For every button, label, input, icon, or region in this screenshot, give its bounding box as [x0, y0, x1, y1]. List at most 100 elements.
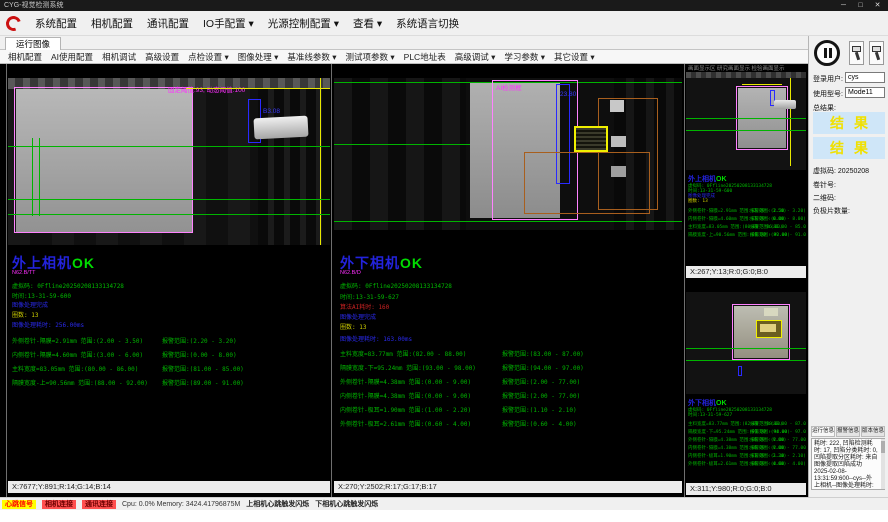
status-ok: OK: [716, 176, 727, 183]
alarm-range: 报警范围:(89.00 - 91.00): [750, 232, 806, 238]
roller-part: [253, 116, 308, 140]
run-log-box[interactable]: 耗时: 222, 凹陷检测耗时: 17, 凹陷分类耗时: 0, 凹陷提取分区耗时…: [811, 438, 885, 490]
menu-light-config[interactable]: 光源控制配置 ▾: [268, 16, 339, 31]
elapsed-line: 图像处理耗时: 256.00ms: [12, 320, 84, 329]
center-pixel-coordinates: X:270;Y:2502;R:17;G:17;B:17: [334, 481, 682, 493]
menu-bar: 系统配置 相机配置 通讯配置 IO手配置 ▾ 光源控制配置 ▾ 查看 ▾ 系统语…: [0, 11, 888, 36]
green-measure-line: [686, 360, 806, 361]
green-measure-line: [32, 138, 33, 216]
minimize-button[interactable]: ─: [835, 0, 852, 11]
menu-comm-config[interactable]: 通讯配置: [147, 16, 189, 31]
time-line: 时间:13-31-59-627: [340, 292, 399, 301]
tool-spot-check[interactable]: 点检设置 ▾: [188, 51, 229, 63]
tool-advanced-settings[interactable]: 高级设置: [145, 51, 179, 63]
panel-splitter: [684, 64, 685, 497]
heartbeat-badge: 心跳信号: [2, 500, 36, 509]
scanner-button-1[interactable]: [849, 41, 864, 65]
measurement-value: 隔膜宽度-上=90.56mm 范围:(88.00 - 92.00): [12, 380, 148, 387]
tool-advanced-debug[interactable]: 高级调试 ▾: [455, 51, 496, 63]
machine-top-rail: [686, 72, 806, 78]
thumb1-image-view[interactable]: [686, 72, 806, 170]
alarm-range: 报警范围:(81.00 - 85.00): [162, 364, 244, 373]
yellow-reference-line: [186, 88, 330, 89]
menu-view[interactable]: 查看 ▾: [353, 16, 382, 31]
maximize-button[interactable]: □: [852, 0, 869, 11]
cpu-memory-status: Cpu: 0.0% Memory: 3424.41796875M: [122, 501, 240, 508]
menu-system-config[interactable]: 系统配置: [35, 16, 77, 31]
tool-image-processing[interactable]: 图像处理 ▾: [238, 51, 279, 63]
thumb2-image-view[interactable]: [686, 292, 806, 394]
thumb1-results: 外上相机OK 虚拟码: 0Ffline20250208133134728 时间:…: [686, 172, 806, 264]
thumb2-pixel-coordinates: X:311;Y:980;R:0;G:0;B:0: [686, 483, 806, 495]
tool-other-settings[interactable]: 其它设置 ▾: [554, 51, 595, 63]
tool-camera-debug[interactable]: 相机调试: [102, 51, 136, 63]
electrode-tab-patch: [610, 100, 624, 112]
tool-plc-address[interactable]: PLC地址表: [404, 51, 446, 63]
alarm-range: 报警范围:(2.20 - 3.20): [750, 208, 806, 214]
camera-name: 外上相机: [688, 176, 716, 183]
pause-button[interactable]: [814, 40, 840, 66]
center-camera-subtitle: N62.B/D: [340, 270, 361, 276]
label-text: 虚拟码:: [813, 168, 836, 175]
thumb2-results: 外下相机OK 虚拟码: 0Ffline20250208133134728 时间:…: [686, 396, 806, 480]
result-indicator-1: 结果: [813, 112, 885, 134]
alarm-range: 报警范围:(81.00 - 85.00): [750, 224, 806, 230]
camera-name: 外上相机: [12, 255, 72, 271]
machine-background: [334, 78, 466, 230]
panel-splitter: [331, 64, 332, 497]
thumbnail-column-header: 画面显示区 研究画面显示 检验画面显示: [688, 64, 806, 72]
status-ok: OK: [72, 255, 95, 271]
log-scrollbar[interactable]: [881, 439, 885, 489]
alarm-range: 报警范围:(2.00 - 77.00): [502, 377, 580, 386]
left-camera-subtitle: N62.B/TT: [12, 270, 36, 276]
log-scrollbar-thumb[interactable]: [881, 441, 885, 453]
scanner-button-2[interactable]: [869, 41, 884, 65]
alarm-range: 报警范围:(1.10 - 2.10): [502, 405, 577, 414]
login-user-label: 登录用户:: [813, 74, 843, 84]
info-tab-version[interactable]: 版本信息: [861, 426, 885, 437]
close-button[interactable]: ✕: [869, 0, 886, 11]
tool-ai-usage-config[interactable]: AI使用配置: [51, 51, 93, 63]
virtual-code-label: 虚拟码: 20250208: [813, 166, 869, 176]
elapsed-line: 图像处理耗时: 163.00ms: [340, 334, 412, 343]
alarm-range: 报警范围:(2.00 - 77.00): [502, 391, 580, 400]
alarm-range: 报警范围:(2.00 - 77.00): [750, 437, 806, 443]
measurement-value: 内侧卷针-隔膜=4.60mm 范围:(3.00 - 6.00): [12, 352, 143, 359]
menu-language-switch[interactable]: 系统语言切换: [396, 16, 459, 31]
menu-io-config[interactable]: IO手配置 ▾: [203, 16, 254, 31]
info-tab-run[interactable]: 运行信息: [811, 426, 835, 437]
virtual-code-value: 20250208: [838, 168, 869, 175]
login-user-input[interactable]: cys: [845, 72, 885, 83]
menu-camera-config[interactable]: 相机配置: [91, 16, 133, 31]
tool-learning-params[interactable]: 学习参数 ▾: [504, 51, 545, 63]
electrode-tab-patch: [760, 324, 776, 332]
alarm-range: 报警范围:(2.20 - 3.20): [162, 336, 237, 345]
center-camera-image-view[interactable]: AI检测框 23.80: [334, 78, 682, 230]
qr-code-label: 二维码:: [813, 193, 836, 203]
camera-name: 外下相机: [688, 400, 716, 407]
alarm-range: 报警范围:(0.60 - 4.00): [750, 461, 806, 467]
toolbar: 相机配置 AI使用配置 相机调试 高级设置 点检设置 ▾ 图像处理 ▾ 基准线参…: [0, 50, 808, 64]
green-measure-line: [686, 118, 806, 119]
pause-icon: [829, 48, 832, 58]
model-input[interactable]: Mode11: [845, 87, 885, 98]
center-panel-results: 外下相机OK N62.B/D 虚拟码: 0Ffline2025020813313…: [334, 245, 682, 481]
blue-measure-box: [738, 366, 742, 376]
tool-baseline-params[interactable]: 基准线参数 ▾: [287, 51, 336, 63]
lower-camera-heartbeat-indicator: 下相机心跳触发闪烁: [315, 499, 378, 509]
green-measure-line: [334, 221, 682, 222]
comm-connect-badge: 通讯连接: [82, 500, 116, 509]
orange-roi-rectangle: [524, 152, 650, 214]
left-camera-image-view[interactable]: 固定阈值:93, 动态阈值:100 B3.08: [8, 78, 330, 245]
tool-test-params[interactable]: 测试项参数 ▾: [346, 51, 395, 63]
status-ok: OK: [400, 255, 423, 271]
info-tab-alarm[interactable]: 报警信息: [836, 426, 860, 437]
electrode-tab-patch: [764, 308, 778, 316]
needle-number-label: 卷针号:: [813, 180, 836, 190]
threshold-overlay-text: 固定阈值:93, 动态阈值:100: [168, 84, 245, 94]
app-window: CYG-视觉检测系统 ─ □ ✕ 系统配置 相机配置 通讯配置 IO手配置 ▾ …: [0, 0, 888, 522]
ai-time-line: 算法AI耗时: 160: [340, 302, 389, 311]
tool-camera-config[interactable]: 相机配置: [8, 51, 42, 63]
tab-strip: 运行图像: [0, 36, 808, 50]
tab-run-image[interactable]: 运行图像: [5, 37, 61, 50]
